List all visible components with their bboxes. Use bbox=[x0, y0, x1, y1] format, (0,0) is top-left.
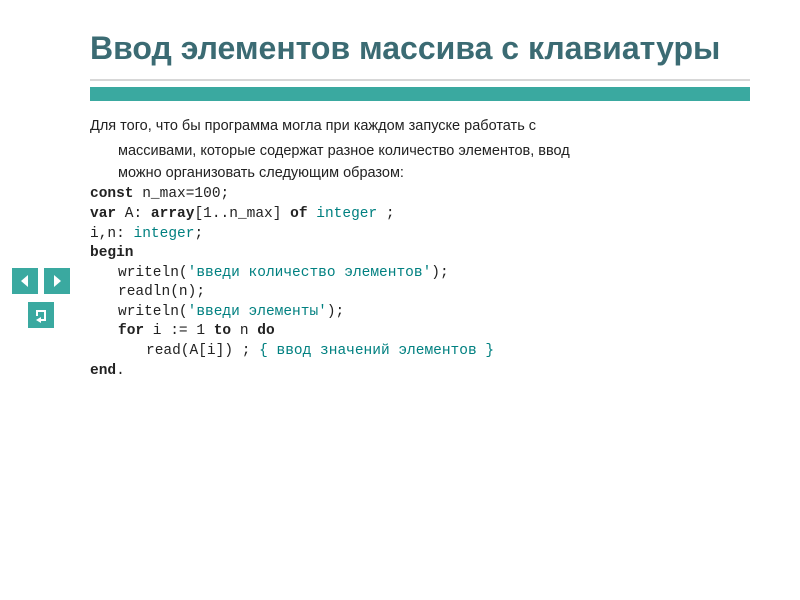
slide-body: Для того, что бы программа могла при каж… bbox=[90, 117, 750, 381]
code-line-end: end. bbox=[90, 362, 750, 382]
code-line-writeln2: writeln('введи элементы'); bbox=[90, 303, 750, 323]
chevron-left-icon bbox=[18, 274, 32, 288]
code-line-in: i,n: integer; bbox=[90, 225, 750, 245]
title-divider bbox=[90, 79, 750, 101]
code-line-var: var A: array[1..n_max] of integer ; bbox=[90, 205, 750, 225]
return-icon bbox=[33, 307, 49, 323]
code-line-const: const n_max=100; bbox=[90, 185, 750, 205]
slide-title: Ввод элементов массива с клавиатуры bbox=[90, 30, 750, 67]
nav-return-button[interactable] bbox=[28, 302, 54, 328]
intro-line-1: Для того, что бы программа могла при каж… bbox=[90, 117, 750, 137]
code-line-writeln1: writeln('введи количество элементов'); bbox=[90, 264, 750, 284]
code-line-read: read(A[i]) ; { ввод значений элементов } bbox=[90, 342, 750, 362]
slide-content: Ввод элементов массива с клавиатуры Для … bbox=[60, 10, 780, 570]
intro-line-2: массивами, которые содержат разное колич… bbox=[118, 142, 750, 162]
code-line-begin: begin bbox=[90, 244, 750, 264]
code-line-for: for i := 1 to n do bbox=[90, 322, 750, 342]
code-line-readln: readln(n); bbox=[90, 283, 750, 303]
intro-line-3: можно организовать следующим образом: bbox=[118, 164, 750, 184]
nav-prev-button[interactable] bbox=[12, 268, 38, 294]
